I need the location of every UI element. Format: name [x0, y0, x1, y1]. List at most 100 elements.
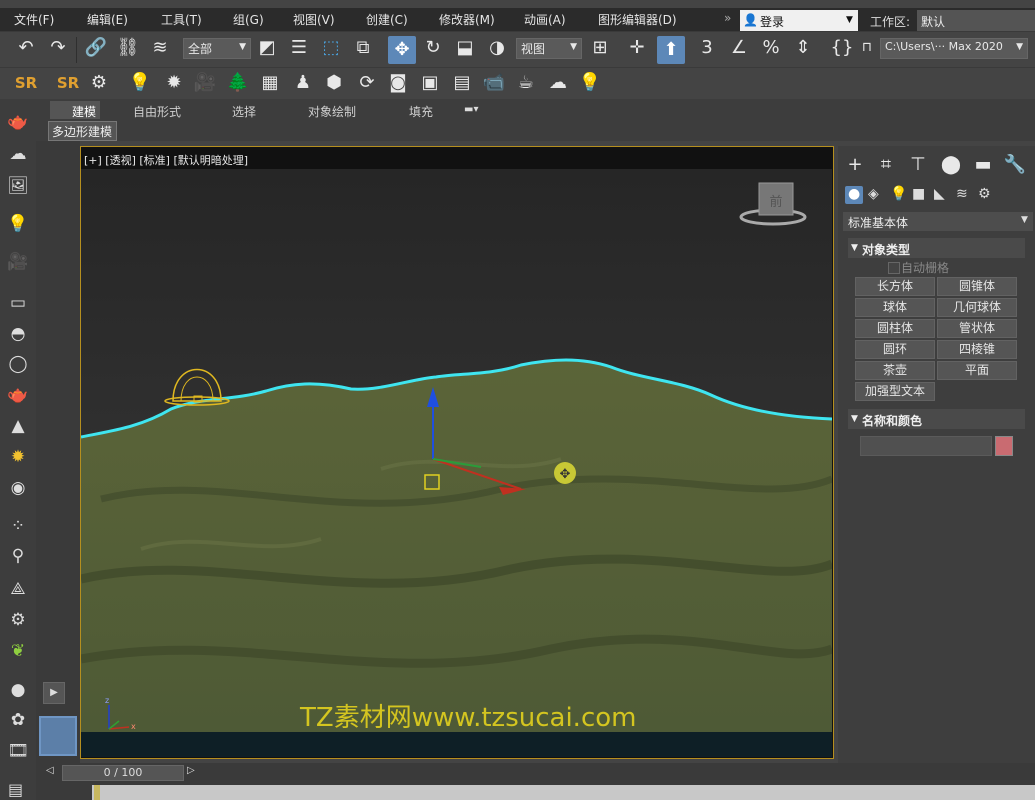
- subtab-polygon-modeling[interactable]: 多边形建模: [48, 121, 117, 141]
- geometry-category-button[interactable]: ●: [845, 186, 863, 204]
- menu-overflow-icon[interactable]: »: [724, 11, 731, 25]
- motion-tab-icon[interactable]: ⬤: [939, 155, 963, 175]
- teapot-small-icon[interactable]: 🫖: [6, 384, 30, 406]
- pyramid-icon[interactable]: ⟁: [6, 578, 30, 600]
- shapes-icon[interactable]: ◈: [868, 186, 879, 202]
- foliage-icon[interactable]: 🌲: [226, 73, 250, 93]
- cameras-icon[interactable]: ■: [912, 186, 925, 202]
- link-icon[interactable]: 🔗: [84, 38, 108, 58]
- selection-filter-dropdown[interactable]: 全部 ▼: [183, 38, 251, 59]
- box-button[interactable]: 长方体: [855, 277, 935, 296]
- menu-graph-editors[interactable]: 图形编辑器(D): [598, 11, 677, 28]
- bind-space-warp-icon[interactable]: ≋: [148, 38, 172, 58]
- place-icon[interactable]: ◑: [485, 38, 509, 58]
- disc-icon[interactable]: ◉: [6, 477, 30, 499]
- scene-render-settings-icon[interactable]: SR: [56, 73, 80, 93]
- render-window-icon[interactable]: ▣: [418, 73, 442, 93]
- rectangular-selection-icon[interactable]: ⬚: [319, 38, 343, 58]
- hierarchy-tab-icon[interactable]: ⊤: [906, 155, 930, 175]
- track-bar[interactable]: [92, 785, 1035, 800]
- mirror-icon[interactable]: ⊓: [855, 38, 879, 58]
- rotate-icon[interactable]: ↻: [421, 38, 445, 58]
- sun-icon[interactable]: ✹: [162, 73, 186, 93]
- teapot-icon[interactable]: 🫖: [6, 111, 30, 133]
- viewport-label[interactable]: [+] [透视] [标准] [默认明暗处理]: [84, 152, 248, 168]
- cylinder-button[interactable]: 圆柱体: [855, 319, 935, 338]
- material-icon[interactable]: ⬢: [322, 73, 346, 93]
- geosphere-button[interactable]: 几何球体: [937, 298, 1017, 317]
- bulb-icon[interactable]: 💡: [578, 73, 602, 93]
- render-camera-icon[interactable]: 📹: [482, 73, 506, 93]
- menu-create[interactable]: 创建(C): [366, 11, 408, 28]
- light-icon[interactable]: 💡: [128, 73, 152, 93]
- utilities-tab-icon[interactable]: 🔧: [1003, 155, 1027, 175]
- render-cloud-icon[interactable]: ☁: [546, 73, 570, 93]
- teapot-render-icon[interactable]: ☕: [514, 73, 538, 93]
- menu-group[interactable]: 组(G): [233, 11, 264, 28]
- object-color-swatch[interactable]: [995, 436, 1013, 456]
- table-icon[interactable]: ▦: [258, 73, 282, 93]
- reference-coord-dropdown[interactable]: 视图 ▼: [516, 38, 582, 59]
- cloud-icon[interactable]: ☁: [6, 143, 30, 165]
- cone-icon[interactable]: ▲: [6, 415, 30, 437]
- hemisphere-icon[interactable]: ◓: [6, 323, 30, 345]
- viewport-layout-button[interactable]: [39, 716, 77, 756]
- menu-file[interactable]: 文件(F): [14, 11, 54, 28]
- select-object-icon[interactable]: ◩: [255, 38, 279, 58]
- tab-modeling[interactable]: 建模: [72, 103, 96, 120]
- ribbon-options-icon[interactable]: ▬▾: [464, 104, 478, 115]
- unlink-icon[interactable]: ⛓: [116, 38, 140, 58]
- color-palette-icon[interactable]: ✿: [6, 709, 30, 731]
- space-warps-icon[interactable]: ≋: [956, 186, 968, 202]
- display-tab-icon[interactable]: ▬: [971, 155, 995, 175]
- helpers-icon[interactable]: ◣: [934, 186, 945, 202]
- window-crossing-icon[interactable]: ⧉: [351, 38, 375, 58]
- tab-freeform[interactable]: 自由形式: [133, 103, 181, 120]
- film-icon[interactable]: 🎞: [6, 740, 30, 762]
- redo-icon[interactable]: ↷: [46, 38, 70, 58]
- object-name-input[interactable]: [860, 436, 992, 456]
- workspace-dropdown[interactable]: 默认: [917, 10, 1035, 31]
- category-dropdown[interactable]: 标准基本体 ▼: [843, 212, 1033, 231]
- tube-button[interactable]: 管状体: [937, 319, 1017, 338]
- next-frame-icon[interactable]: ▷: [187, 765, 195, 776]
- project-path-dropdown[interactable]: C:\Users\··· Max 2020 ▼: [880, 38, 1028, 59]
- camera-icon[interactable]: 🎥: [193, 73, 217, 93]
- sun-icon[interactable]: ✹: [6, 446, 30, 468]
- cone-button[interactable]: 圆锥体: [937, 277, 1017, 296]
- menu-modifiers[interactable]: 修改器(M): [439, 11, 495, 28]
- select-manipulate-icon[interactable]: ✛: [625, 38, 649, 58]
- expand-play-icon[interactable]: ▶: [43, 682, 65, 704]
- percent-snap-icon[interactable]: %: [759, 38, 783, 58]
- menu-tools[interactable]: 工具(T): [161, 11, 202, 28]
- sphere-icon[interactable]: ◯: [6, 353, 30, 375]
- snap-3d-icon[interactable]: 3: [695, 38, 719, 58]
- menu-view[interactable]: 视图(V): [293, 11, 335, 28]
- systems-icon[interactable]: ⚙: [978, 186, 991, 202]
- light-bulb-icon[interactable]: 💡: [6, 213, 30, 235]
- lights-icon[interactable]: 💡: [890, 186, 907, 202]
- modify-tab-icon[interactable]: ⌗: [874, 155, 898, 175]
- pipe-icon[interactable]: ⚲: [6, 545, 30, 567]
- plane-icon[interactable]: ▭: [6, 292, 30, 314]
- create-tab-icon[interactable]: +: [843, 155, 867, 175]
- sphere-button[interactable]: 球体: [855, 298, 935, 317]
- teapot-button[interactable]: 茶壶: [855, 361, 935, 380]
- textplus-button[interactable]: 加强型文本: [855, 382, 935, 401]
- image-icon[interactable]: 🖼: [6, 175, 30, 197]
- key-filter-icon[interactable]: ▤: [8, 780, 23, 799]
- material-sphere-icon[interactable]: ●: [6, 679, 30, 701]
- name-color-rollout[interactable]: ▼ 名称和颜色: [848, 409, 1025, 429]
- camera-icon[interactable]: 🎥: [6, 251, 30, 273]
- time-slider[interactable]: 0 / 100: [62, 765, 184, 781]
- time-marker[interactable]: [94, 785, 100, 800]
- tab-object-paint[interactable]: 对象绘制: [308, 103, 356, 120]
- angle-snap-icon[interactable]: ∠: [727, 38, 751, 58]
- object-type-rollout[interactable]: ▼ 对象类型: [848, 238, 1025, 258]
- plane-button[interactable]: 平面: [937, 361, 1017, 380]
- grass-icon[interactable]: ❦: [6, 640, 30, 662]
- spinner-snap-icon[interactable]: ⇕: [791, 38, 815, 58]
- menu-edit[interactable]: 编辑(E): [87, 11, 128, 28]
- tab-populate[interactable]: 填充: [409, 103, 433, 120]
- gear-icon[interactable]: ⚙: [6, 609, 30, 631]
